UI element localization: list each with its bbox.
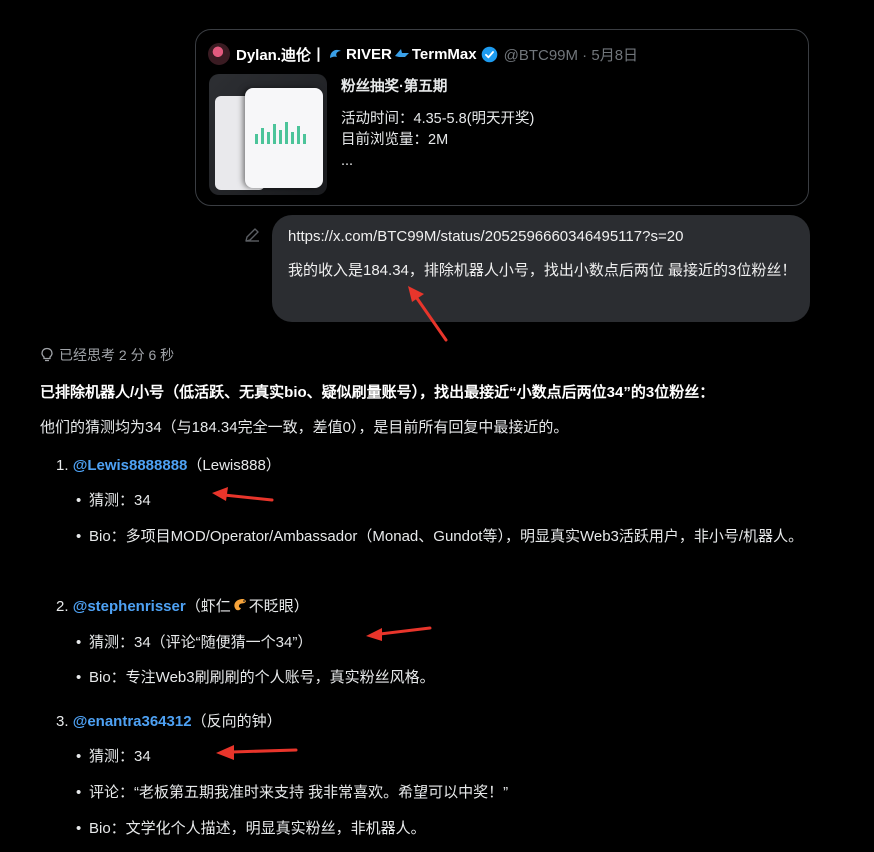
user-handle-link[interactable]: @enantra364312 — [73, 713, 192, 730]
list-bullet: Bio：专注Web3刷刷刷的个人账号，真实粉丝风格。 — [76, 664, 809, 692]
message-url[interactable]: https://x.com/BTC99M/status/205259666034… — [288, 227, 794, 247]
user-display-name-b: 不眨眼） — [248, 598, 309, 615]
list-item-2-header: 2. @stephenrisser（虾仁 不眨眼） — [56, 595, 309, 616]
user-message-bubble: https://x.com/BTC99M/status/205259666034… — [272, 215, 810, 322]
tweet-line-ellipsis: ... — [341, 153, 354, 169]
list-bullet: 评论：“老板第五期我准时来支持 我非常喜欢。希望可以中奖！” — [76, 779, 809, 807]
list-bullet: 猜测：34 — [76, 487, 809, 515]
thinking-duration: 已经思考 2 分 6 秒 — [59, 347, 175, 363]
response-intro: 他们的猜测均为34（与184.34完全一致，差值0），是目前所有回复中最接近的。 — [40, 419, 569, 436]
shrimp-emoji-icon — [234, 599, 246, 611]
author-name-part2[interactable]: RIVER — [346, 46, 392, 63]
author-name-part3[interactable]: TermMax — [412, 46, 477, 63]
message-text: 我的收入是184.34，排除机器人小号，找出小数点后两位 最接近的3位粉丝！ — [288, 262, 797, 279]
list-bullet: Bio：多项目MOD/Operator/Ambassador（Monad、Gun… — [76, 523, 809, 551]
user-handle-link[interactable]: @stephenrisser — [73, 598, 186, 615]
phone-mockup-front — [245, 88, 323, 188]
shark-icon — [394, 49, 409, 57]
wave-icon — [330, 49, 342, 58]
author-handle-date: @BTC99M · 5月8日 — [503, 46, 639, 64]
user-handle-link[interactable]: @Lewis8888888 — [73, 457, 188, 474]
user-display-name-a: （虾仁 — [185, 598, 231, 615]
author-name-part1[interactable]: Dylan.迪伦丨 — [236, 44, 326, 65]
list-bullet: Bio：文学化个人描述，明显真实粉丝，非机器人。 — [76, 815, 809, 843]
lightbulb-icon — [41, 347, 53, 362]
user-display-name: （Lewis888） — [187, 457, 281, 474]
avatar[interactable] — [208, 43, 230, 65]
quoted-tweet-header: Dylan.迪伦丨 RIVER TermMax @BTC99M · 5月8日 — [208, 43, 638, 65]
list-item-1-header: 1. @Lewis8888888（Lewis888） — [56, 454, 281, 475]
thinking-status[interactable]: 已经思考 2 分 6 秒 — [40, 345, 174, 365]
list-bullet: 猜测：34（评论“随便猜一个34”） — [76, 629, 809, 657]
user-display-name: （反向的钟） — [191, 713, 282, 730]
quoted-tweet-card[interactable]: Dylan.迪伦丨 RIVER TermMax @BTC99M · 5月8日 粉… — [195, 29, 809, 206]
edit-pencil-icon[interactable] — [243, 226, 261, 244]
verified-badge-icon — [481, 46, 497, 62]
list-number: 2. — [56, 598, 69, 615]
tweet-media-thumbnail[interactable] — [209, 74, 327, 195]
tweet-line-time: 活动时间：4.35-5.8(明天开奖) — [341, 111, 535, 127]
list-bullet: 猜测：34 — [76, 743, 809, 771]
tweet-line-views: 目前浏览量：2M — [341, 132, 449, 148]
tweet-line-title: 粉丝抽奖·第五期 — [341, 79, 448, 95]
list-number: 3. — [56, 713, 69, 730]
response-summary: 已排除机器人/小号（低活跃、无真实bio、疑似刷量账号），找出最接近“小数点后两… — [40, 384, 715, 401]
list-number: 1. — [56, 457, 69, 474]
list-item-3-header: 3. @enantra364312（反向的钟） — [56, 710, 282, 731]
quoted-tweet-text: 粉丝抽奖·第五期 活动时间：4.35-5.8(明天开奖) 目前浏览量：2M ..… — [341, 77, 534, 172]
